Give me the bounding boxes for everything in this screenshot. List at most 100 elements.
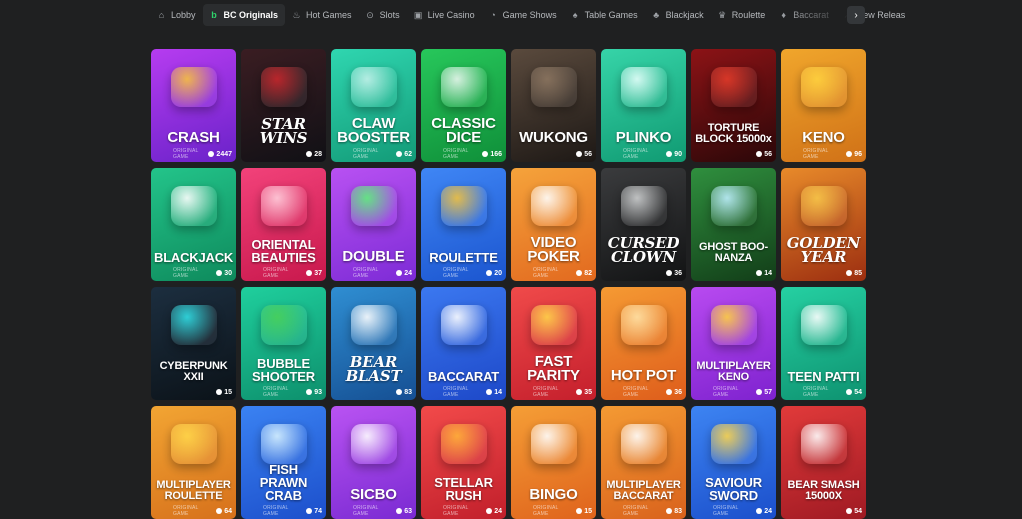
player-count: 57 (756, 389, 772, 396)
game-card[interactable]: HOT POT ORIGINAL GAME 36 (601, 287, 686, 400)
player-count-value: 15 (584, 507, 592, 515)
game-footer: ORIGINAL GAME 24 (691, 505, 776, 517)
game-title: CYBERPUNK XXII (159, 360, 228, 383)
player-count: 90 (666, 151, 682, 158)
game-title: SICBO (350, 486, 397, 503)
tab-lobby[interactable]: ⌂ Lobby (150, 4, 203, 26)
game-artwork (710, 305, 757, 346)
game-card[interactable]: STELLAR RUSH ORIGINAL GAME 24 (421, 406, 506, 519)
player-count: 15 (576, 508, 592, 515)
game-card[interactable]: BINGO ORIGINAL GAME 15 (511, 406, 596, 519)
game-card[interactable]: ROULETTE ORIGINAL GAME 20 (421, 168, 506, 281)
game-card[interactable]: CYBERPUNK XXII 15 (151, 287, 236, 400)
game-footer: 28 (241, 148, 326, 160)
game-artwork (620, 424, 667, 465)
player-count-value: 93 (314, 388, 322, 396)
user-icon (216, 389, 223, 395)
game-footer: ORIGINAL GAME 24 (421, 505, 506, 517)
game-card[interactable]: DOUBLE ORIGINAL GAME 24 (331, 168, 416, 281)
game-card[interactable]: BACCARAT ORIGINAL GAME 14 (421, 287, 506, 400)
user-icon (486, 389, 493, 395)
bc-logo-icon: b (211, 9, 217, 20)
game-provider-label: ORIGINAL GAME (353, 267, 379, 279)
tab-hot-games[interactable]: ♨ Hot Games (285, 4, 359, 26)
tab-roulette[interactable]: ♛ Roulette (711, 4, 773, 26)
game-footer: ORIGINAL GAME 30 (151, 267, 236, 279)
tab-label: Blackjack (665, 10, 704, 20)
player-count-value: 82 (584, 269, 592, 277)
game-artwork (530, 305, 577, 346)
game-title: BEAR BLAST (345, 353, 402, 385)
roulette-icon: ♛ (718, 9, 727, 20)
game-title: WUKONG (519, 129, 588, 146)
player-count: 96 (846, 151, 862, 158)
game-footer: ORIGINAL GAME 83 (601, 505, 686, 517)
game-card[interactable]: FAST PARITY ORIGINAL GAME 35 (511, 287, 596, 400)
tab-baccarat[interactable]: ♦ Baccarat (772, 4, 836, 26)
player-count-value: 54 (854, 388, 862, 396)
game-card[interactable]: MULTIPLAYER BACCARAT ORIGINAL GAME 83 (601, 406, 686, 519)
game-card[interactable]: CRASH ORIGINAL GAME 2447 (151, 49, 236, 162)
player-count-value: 24 (494, 507, 502, 515)
game-artwork (530, 424, 577, 465)
player-count: 54 (846, 508, 862, 515)
player-count-value: 166 (490, 150, 502, 158)
tab-label: Slots (379, 10, 400, 20)
game-artwork (170, 424, 217, 465)
player-count-value: 36 (674, 388, 682, 396)
user-icon (756, 508, 763, 514)
game-card[interactable]: VIDEO POKER ORIGINAL GAME 82 (511, 168, 596, 281)
game-footer: ORIGINAL GAME 93 (241, 386, 326, 398)
user-icon (396, 151, 403, 157)
tab-label: BC Originals (223, 10, 279, 20)
game-card[interactable]: CLASSIC DICE ORIGINAL GAME 166 (421, 49, 506, 162)
tab-slots[interactable]: ⊙ Slots (359, 4, 407, 26)
game-artwork (800, 67, 847, 108)
game-card[interactable]: SAVIOUR SWORD ORIGINAL GAME 24 (691, 406, 776, 519)
tab-blackjack[interactable]: ♣ Blackjack (645, 4, 711, 26)
game-card[interactable]: ORIENTAL BEAUTIES ORIGINAL GAME 37 (241, 168, 326, 281)
game-title: BACCARAT (427, 369, 500, 384)
game-provider-label: ORIGINAL GAME (533, 386, 559, 398)
game-card[interactable]: MULTIPLAYER KENO ORIGINAL GAME 57 (691, 287, 776, 400)
tab-table-games[interactable]: ♠ Table Games (564, 4, 645, 26)
game-card[interactable]: FISH PRAWN CRAB ORIGINAL GAME 74 (241, 406, 326, 519)
tab-label: Live Casino (427, 10, 475, 20)
game-footer: ORIGINAL GAME 166 (421, 148, 506, 160)
user-icon (666, 389, 673, 395)
game-card[interactable]: BLACKJACK ORIGINAL GAME 30 (151, 168, 236, 281)
game-card[interactable]: GHOST BOO-NANZA 14 (691, 168, 776, 281)
game-card[interactable]: BUBBLE SHOOTER ORIGINAL GAME 93 (241, 287, 326, 400)
game-card[interactable]: SICBO ORIGINAL GAME 63 (331, 406, 416, 519)
game-card[interactable]: MULTIPLAYER ROULETTE ORIGINAL GAME 64 (151, 406, 236, 519)
player-count-value: 36 (674, 269, 682, 277)
game-card[interactable]: CURSED CLOWN 36 (601, 168, 686, 281)
player-count: 20 (486, 270, 502, 277)
nav-next-button[interactable]: › (847, 6, 865, 24)
game-card[interactable]: BEAR SMASH 15000X 54 (781, 406, 866, 519)
user-icon (756, 270, 763, 276)
player-count-value: 56 (764, 150, 772, 158)
slot-icon: ⊙ (366, 9, 374, 20)
game-card[interactable]: KENO ORIGINAL GAME 96 (781, 49, 866, 162)
game-card[interactable]: TORTURE BLOCK 15000x 56 (691, 49, 776, 162)
game-card[interactable]: GOLDEN YEAR 85 (781, 168, 866, 281)
game-card[interactable]: PLINKO ORIGINAL GAME 90 (601, 49, 686, 162)
tab-game-shows[interactable]: ◔ Game Shows (482, 4, 564, 26)
player-count: 83 (396, 389, 412, 396)
tab-bc-originals[interactable]: b BC Originals (202, 4, 286, 26)
game-card[interactable]: CLAW BOOSTER ORIGINAL GAME 62 (331, 49, 416, 162)
game-artwork (260, 186, 307, 227)
game-card[interactable]: WUKONG 56 (511, 49, 596, 162)
home-icon: ⌂ (158, 9, 165, 20)
game-card[interactable]: TEEN PATTI ORIGINAL GAME 54 (781, 287, 866, 400)
user-icon (396, 389, 403, 395)
player-count: 2447 (208, 151, 232, 158)
game-artwork (440, 424, 487, 465)
player-count: 28 (306, 151, 322, 158)
game-title: FAST PARITY (527, 353, 580, 384)
game-card[interactable]: STAR WINS 28 (241, 49, 326, 162)
game-artwork (440, 67, 487, 108)
tab-live-casino[interactable]: ▣ Live Casino (407, 4, 482, 26)
game-card[interactable]: BEAR BLAST 83 (331, 287, 416, 400)
